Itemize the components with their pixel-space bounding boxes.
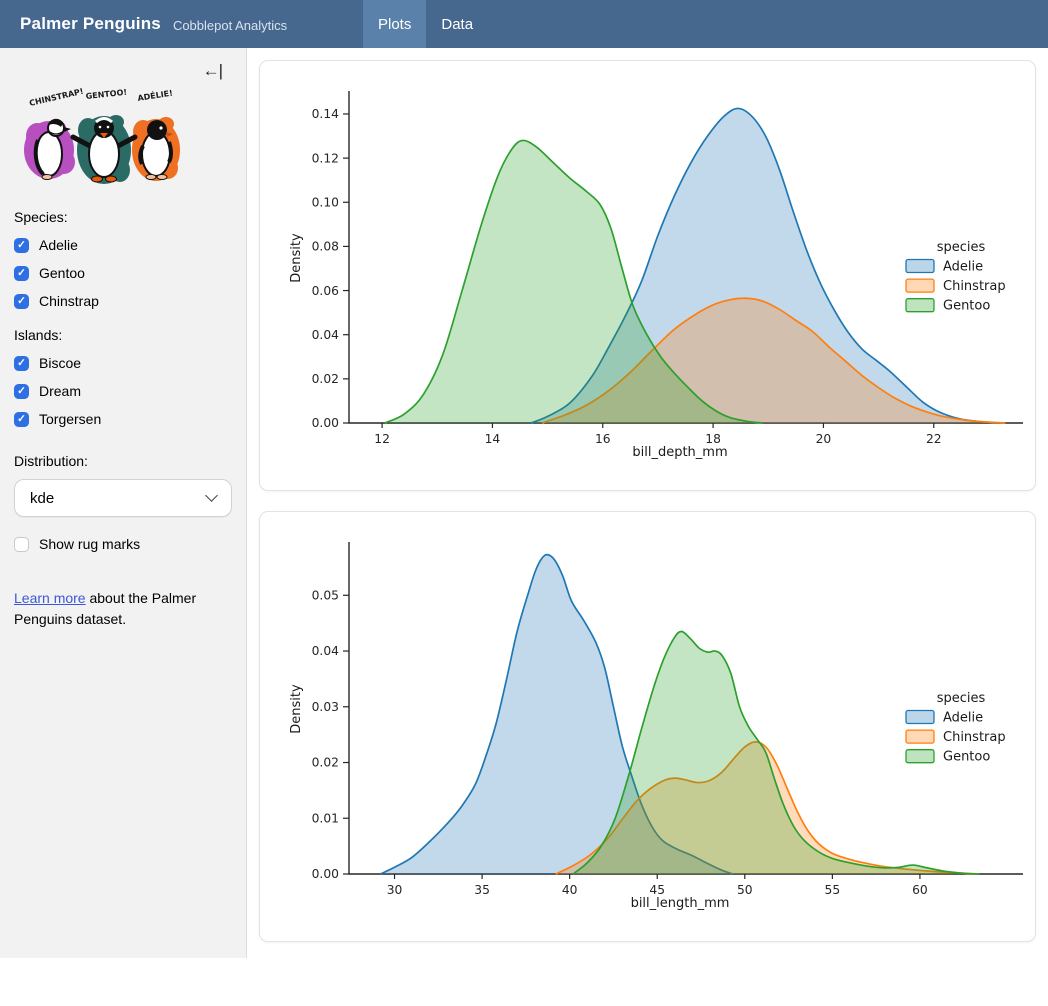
checkbox-icon[interactable]: [14, 294, 29, 309]
svg-text:60: 60: [912, 883, 928, 897]
checkbox-label: Gentoo: [39, 265, 85, 281]
svg-text:55: 55: [825, 883, 841, 897]
checkbox-species-chinstrap[interactable]: Chinstrap: [14, 293, 232, 309]
svg-text:0.00: 0.00: [312, 416, 339, 430]
checkbox-label: Dream: [39, 383, 81, 399]
svg-text:0.12: 0.12: [312, 151, 339, 165]
checkbox-show-rug-marks[interactable]: Show rug marks: [14, 536, 232, 552]
tab-plots[interactable]: Plots: [363, 0, 426, 48]
penguins-artwork: CHINSTRAP! GENTOO! ADÉLIE!: [16, 88, 186, 188]
density-plot-bill-depth-mm: 12 14 16 18 20 22 0.00 0.02 0.04 0.06 0.08 0.10 0.12…: [261, 63, 1035, 487]
svg-text:bill_depth_mm: bill_depth_mm: [632, 445, 727, 460]
svg-text:Density: Density: [289, 233, 304, 283]
plot-card-bill-depth: 12 14 16 18 20 22 0.00 0.02 0.04 0.06 0.08 0.10 0.12…: [259, 60, 1036, 491]
species-group-label: Species:: [14, 209, 232, 225]
checkbox-label: Chinstrap: [39, 293, 99, 309]
svg-text:Adelie: Adelie: [943, 260, 983, 275]
nav-tabs: Plots Data: [363, 0, 488, 48]
svg-text:50: 50: [737, 883, 753, 897]
svg-text:20: 20: [816, 432, 832, 446]
app-subtitle: Cobblepot Analytics: [173, 18, 287, 33]
checkbox-island-torgersen[interactable]: Torgersen: [14, 411, 232, 427]
plot-card-bill-length: 30 35 40 45 50 55 60 0.00 0.01 0.02 0.03 0.04 0.05 bi…: [259, 511, 1036, 942]
svg-text:Gentoo: Gentoo: [943, 750, 990, 765]
checkbox-label: Show rug marks: [39, 536, 140, 552]
svg-text:0.08: 0.08: [312, 240, 339, 254]
adelie-caption: ADÉLIE!: [137, 88, 174, 103]
tab-data[interactable]: Data: [426, 0, 488, 48]
svg-text:22: 22: [926, 432, 942, 446]
checkbox-icon[interactable]: [14, 356, 29, 371]
svg-text:Chinstrap: Chinstrap: [943, 730, 1006, 745]
sidebar: ←|: [0, 48, 247, 958]
checkbox-icon[interactable]: [14, 537, 29, 552]
app-title: Palmer Penguins: [20, 14, 161, 34]
svg-text:Adelie: Adelie: [943, 711, 983, 726]
brand: Palmer Penguins Cobblepot Analytics: [0, 0, 363, 48]
svg-text:Gentoo: Gentoo: [943, 299, 990, 314]
checkbox-island-biscoe[interactable]: Biscoe: [14, 355, 232, 371]
svg-text:0.04: 0.04: [312, 328, 340, 342]
chinstrap-caption: CHINSTRAP!: [28, 88, 84, 108]
navbar: Palmer Penguins Cobblepot Analytics Plot…: [0, 0, 1048, 48]
svg-text:0.10: 0.10: [312, 195, 339, 209]
checkbox-island-dream[interactable]: Dream: [14, 383, 232, 399]
checkbox-label: Adelie: [39, 237, 78, 253]
checkbox-species-adelie[interactable]: Adelie: [14, 237, 232, 253]
svg-text:0.05: 0.05: [312, 588, 339, 602]
collapse-sidebar-icon[interactable]: ←|: [203, 62, 222, 79]
svg-text:30: 30: [387, 883, 403, 897]
checkbox-icon[interactable]: [14, 412, 29, 427]
svg-text:40: 40: [562, 883, 578, 897]
svg-text:0.03: 0.03: [312, 700, 339, 714]
checkbox-label: Biscoe: [39, 355, 81, 371]
svg-text:0.04: 0.04: [312, 644, 340, 658]
distribution-select[interactable]: kde: [14, 479, 232, 517]
density-plot-bill-length-mm: 30 35 40 45 50 55 60 0.00 0.01 0.02 0.03 0.04 0.05 bi…: [261, 514, 1035, 938]
svg-text:Chinstrap: Chinstrap: [943, 279, 1006, 294]
svg-text:species: species: [937, 691, 986, 706]
distribution-selected-value: kde: [30, 490, 54, 507]
svg-text:species: species: [937, 240, 986, 255]
svg-text:0.01: 0.01: [312, 811, 339, 825]
svg-text:Density: Density: [289, 684, 304, 734]
svg-text:0.02: 0.02: [312, 756, 339, 770]
svg-text:0.02: 0.02: [312, 372, 339, 386]
svg-text:0.00: 0.00: [312, 867, 339, 881]
checkbox-species-gentoo[interactable]: Gentoo: [14, 265, 232, 281]
checkbox-label: Torgersen: [39, 411, 101, 427]
svg-text:14: 14: [485, 432, 501, 446]
svg-text:45: 45: [649, 883, 665, 897]
dataset-note: Learn more about the Palmer Penguins dat…: [14, 588, 218, 630]
svg-text:16: 16: [595, 432, 611, 446]
svg-text:0.06: 0.06: [312, 284, 340, 298]
checkbox-icon[interactable]: [14, 238, 29, 253]
svg-text:18: 18: [705, 432, 721, 446]
checkbox-icon[interactable]: [14, 384, 29, 399]
learn-more-link[interactable]: Learn more: [14, 590, 86, 606]
svg-text:0.14: 0.14: [312, 107, 340, 121]
main-content: 12 14 16 18 20 22 0.00 0.02 0.04 0.06 0.08 0.10 0.12…: [247, 48, 1048, 942]
distribution-label: Distribution:: [14, 453, 232, 469]
svg-text:35: 35: [474, 883, 490, 897]
chevron-down-icon: [205, 489, 218, 502]
svg-text:bill_length_mm: bill_length_mm: [631, 896, 730, 911]
gentoo-caption: GENTOO!: [85, 88, 127, 101]
svg-text:12: 12: [374, 432, 390, 446]
checkbox-icon[interactable]: [14, 266, 29, 281]
islands-group-label: Islands:: [14, 327, 232, 343]
